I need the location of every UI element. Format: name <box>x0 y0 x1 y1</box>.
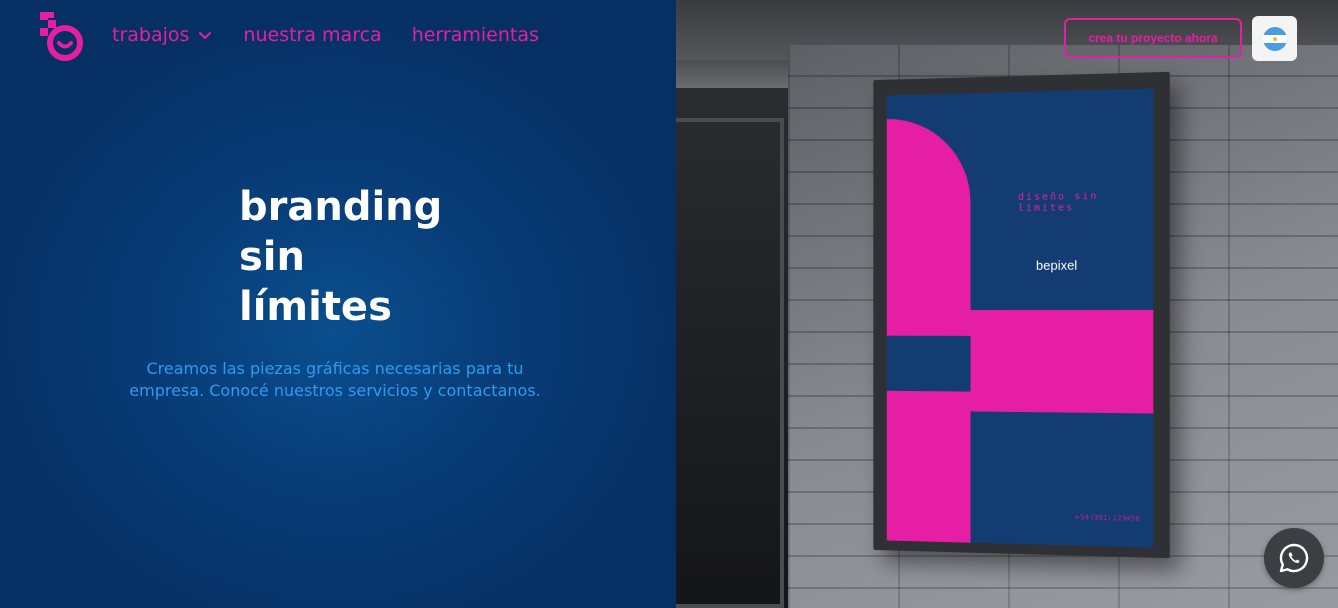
logo[interactable] <box>38 10 86 62</box>
hero-image: diseño sin límites bepixel +54 (351) 123… <box>676 0 1338 608</box>
hero-title: branding sin límites <box>239 182 442 332</box>
hero-title-line: branding <box>239 184 443 230</box>
bepixel-logo-icon <box>40 12 83 61</box>
poster-block-shape <box>970 309 1154 414</box>
site-header: trabajos nuestra marca herramientas crea… <box>0 0 1338 80</box>
poster-arch-shape <box>886 117 971 336</box>
main-nav: trabajos nuestra marca herramientas <box>112 24 539 46</box>
nav-item-label: herramientas <box>411 24 539 46</box>
nav-item-herramientas[interactable]: herramientas <box>412 24 539 46</box>
whatsapp-button[interactable] <box>1264 528 1324 588</box>
poster-frame: diseño sin límites bepixel +54 (351) 123… <box>873 71 1170 559</box>
window-frame <box>676 118 784 608</box>
poster-block-shape <box>886 390 971 543</box>
poster-tagline: diseño sin límites <box>1018 190 1099 215</box>
chevron-down-icon <box>199 32 212 39</box>
nav-item-trabajos[interactable]: trabajos <box>112 24 213 46</box>
poster: diseño sin límites bepixel +54 (351) 123… <box>886 88 1154 548</box>
hero-title-line: sin <box>239 234 305 280</box>
hero-subtitle: Creamos las piezas gráficas necesarias p… <box>129 359 541 400</box>
nav-item-label: trabajos <box>112 24 190 46</box>
nav-item-label: nuestra marca <box>243 24 382 46</box>
poster-brand: bepixel <box>1035 257 1078 273</box>
argentina-flag-icon <box>1262 26 1287 51</box>
language-selector[interactable] <box>1252 16 1297 61</box>
nav-item-nuestra-marca[interactable]: nuestra marca <box>243 24 381 46</box>
create-project-button[interactable]: crea tu proyecto ahora <box>1064 18 1242 58</box>
hero-title-line: límites <box>239 284 392 330</box>
poster-phone: +54 (351) 123456 <box>1074 513 1140 523</box>
whatsapp-icon <box>1279 543 1309 573</box>
